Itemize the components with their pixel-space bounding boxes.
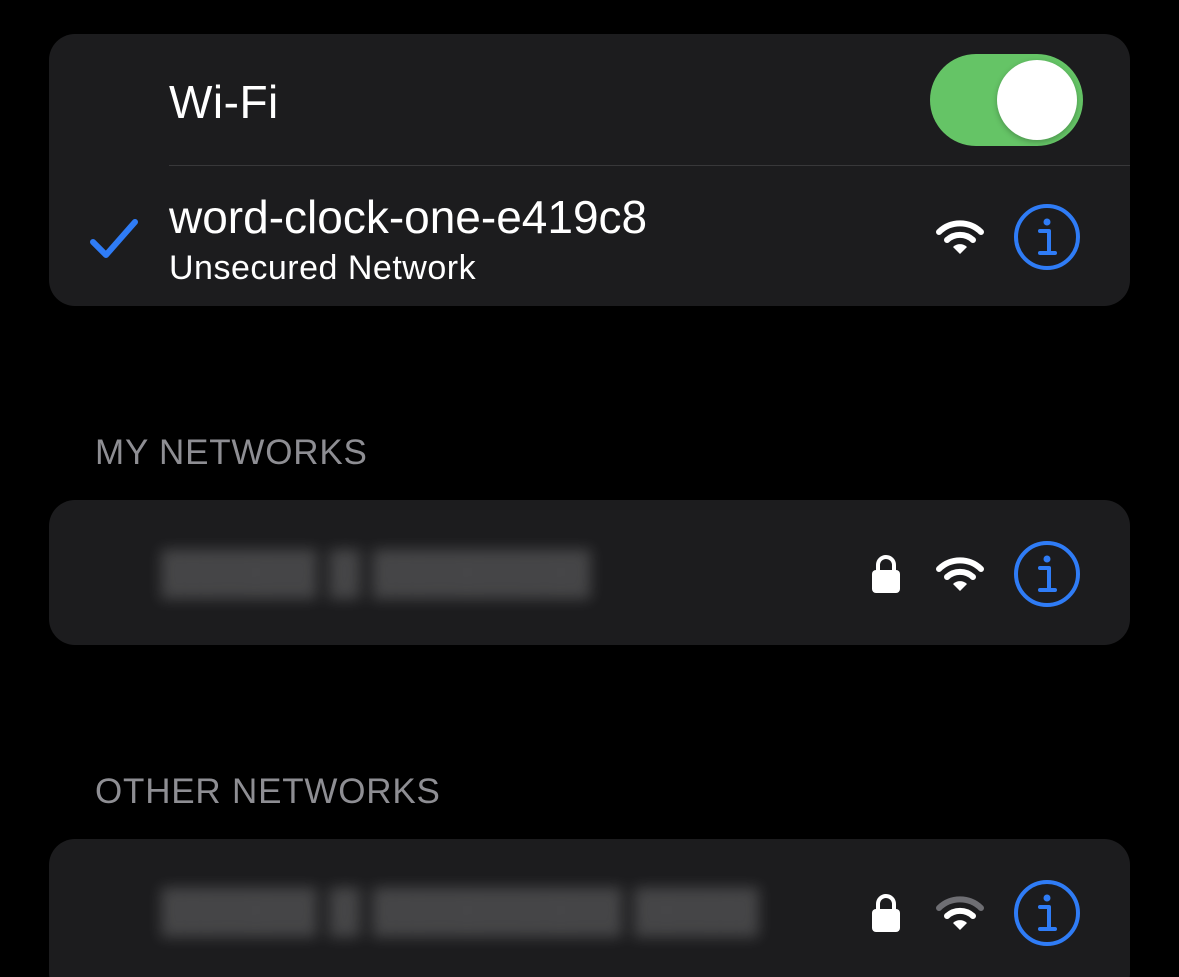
lock-icon xyxy=(872,555,900,593)
checkmark-icon xyxy=(90,219,138,258)
network-name-redacted: ▒▒▒▒▒ ▒ ▒▒▒▒▒▒▒▒ ▒▒▒▒ xyxy=(161,886,759,935)
other-networks-header: OTHER NETWORKS xyxy=(95,772,441,811)
wifi-signal-icon xyxy=(936,557,984,591)
other-networks-card: ▒▒▒▒▒ ▒ ▒▒▒▒▒▒▒▒ ▒▒▒▒ xyxy=(49,839,1130,977)
wifi-settings-page: Wi-Fi word-clock-one-e419c8 Unsecured Ne… xyxy=(0,0,1179,977)
info-icon[interactable] xyxy=(1013,540,1081,608)
wifi-signal-icon xyxy=(936,896,984,930)
wifi-signal-icon xyxy=(936,220,984,254)
lock-icon xyxy=(872,894,900,932)
connected-network-name: word-clock-one-e419c8 xyxy=(169,191,648,243)
my-networks-card: ▒▒▒▒▒ ▒ ▒▒▒▒▒▒▒ xyxy=(49,500,1130,645)
network-row[interactable]: ▒▒▒▒▒ ▒ ▒▒▒▒▒▒▒ xyxy=(49,500,1130,645)
wifi-label: Wi-Fi xyxy=(169,76,279,128)
wifi-card: Wi-Fi word-clock-one-e419c8 Unsecured Ne… xyxy=(49,34,1130,306)
info-icon[interactable] xyxy=(1013,203,1081,271)
toggle-knob xyxy=(997,60,1077,140)
network-name-redacted: ▒▒▒▒▒ ▒ ▒▒▒▒▒▒▒ xyxy=(161,548,591,597)
info-icon[interactable] xyxy=(1013,879,1081,947)
connected-network-row[interactable]: word-clock-one-e419c8 Unsecured Network xyxy=(49,166,1130,306)
wifi-toggle[interactable] xyxy=(930,54,1083,146)
network-row[interactable]: ▒▒▒▒▒ ▒ ▒▒▒▒▒▒▒▒ ▒▒▒▒ xyxy=(49,839,1130,977)
my-networks-header: MY NETWORKS xyxy=(95,433,368,472)
connected-network-subtitle: Unsecured Network xyxy=(169,249,477,287)
